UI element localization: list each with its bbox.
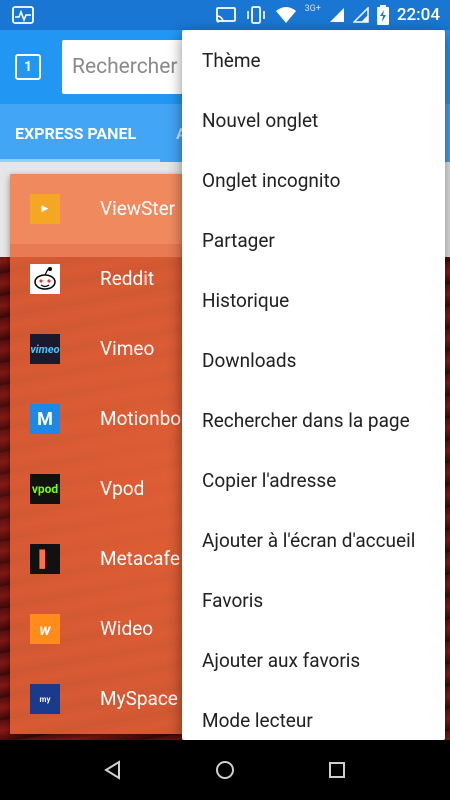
wifi-icon [275, 7, 296, 23]
site-item-viewster[interactable]: ▶ ViewSter [10, 174, 182, 244]
site-item-vimeo[interactable]: vimeo Vimeo [10, 314, 182, 384]
menu-item-downloads[interactable]: Downloads [182, 330, 445, 390]
search-input[interactable]: Rechercher [62, 40, 202, 94]
clock: 22:04 [396, 5, 440, 25]
site-label: ViewSter [100, 197, 176, 220]
recents-icon [329, 762, 345, 778]
site-label: Reddit [100, 267, 155, 290]
menu-item-new-tab[interactable]: Nouvel onglet [182, 90, 445, 150]
site-label: Motionbo [100, 407, 182, 430]
site-item-metacafe[interactable]: ▌ Metacafe [10, 524, 182, 594]
menu-item-incognito-tab[interactable]: Onglet incognito [182, 150, 445, 210]
cast-icon [215, 7, 236, 23]
signal-icon [352, 7, 369, 23]
menu-item-bookmarks[interactable]: Favoris [182, 570, 445, 630]
home-button[interactable] [210, 755, 240, 785]
menu-item-copy-address[interactable]: Copier l'adresse [182, 450, 445, 510]
overflow-menu: Thème Nouvel onglet Onglet incognito Par… [182, 30, 445, 740]
back-icon [104, 760, 120, 780]
vibrate-icon [246, 6, 265, 24]
tab-express-panel[interactable]: EXPRESS PANEL [15, 124, 136, 143]
site-label: Metacafe [100, 547, 180, 570]
menu-item-add-to-home[interactable]: Ajouter à l'écran d'accueil [182, 510, 445, 570]
system-nav-bar [0, 740, 450, 800]
myspace-icon: my [30, 684, 60, 714]
site-item-myspace[interactable]: my MySpace [10, 664, 182, 734]
wideo-icon: w [30, 614, 60, 644]
menu-item-share[interactable]: Partager [182, 210, 445, 270]
reddit-icon [30, 264, 60, 294]
menu-item-history[interactable]: Historique [182, 270, 445, 330]
menu-item-add-bookmark[interactable]: Ajouter aux favoris [182, 630, 445, 690]
viewster-icon: ▶ [30, 194, 60, 224]
back-button[interactable] [98, 755, 128, 785]
recents-button[interactable] [322, 755, 352, 785]
site-item-reddit[interactable]: Reddit [10, 244, 182, 314]
metacafe-icon: ▌ [30, 544, 60, 574]
home-icon [216, 761, 234, 779]
site-label: MySpace [100, 687, 178, 710]
battery-charging-icon [376, 5, 389, 25]
menu-item-theme[interactable]: Thème [182, 30, 445, 90]
site-label: Vpod [100, 477, 145, 500]
status-bar: 3G+ 22:04 [0, 0, 450, 30]
vimeo-icon: vimeo [30, 334, 60, 364]
site-label: Vimeo [100, 337, 155, 360]
site-item-wideo[interactable]: w Wideo [10, 594, 182, 664]
status-icons: 3G+ 22:04 [215, 0, 440, 30]
site-item-vpod[interactable]: vpod Vpod [10, 454, 182, 524]
activity-icon [12, 6, 34, 24]
motionbox-icon: M [30, 404, 60, 434]
site-list: ▶ ViewSter Reddit vimeo Vimeo M Motionbo… [10, 174, 182, 734]
tab-count-button[interactable]: 1 [15, 54, 41, 80]
menu-item-find-in-page[interactable]: Rechercher dans la page [182, 390, 445, 450]
signal-icon [329, 8, 344, 22]
site-label: Wideo [100, 617, 154, 640]
site-item-motionbox[interactable]: M Motionbo [10, 384, 182, 454]
vpod-icon: vpod [30, 474, 60, 504]
network-type: 3G+ [304, 4, 321, 14]
